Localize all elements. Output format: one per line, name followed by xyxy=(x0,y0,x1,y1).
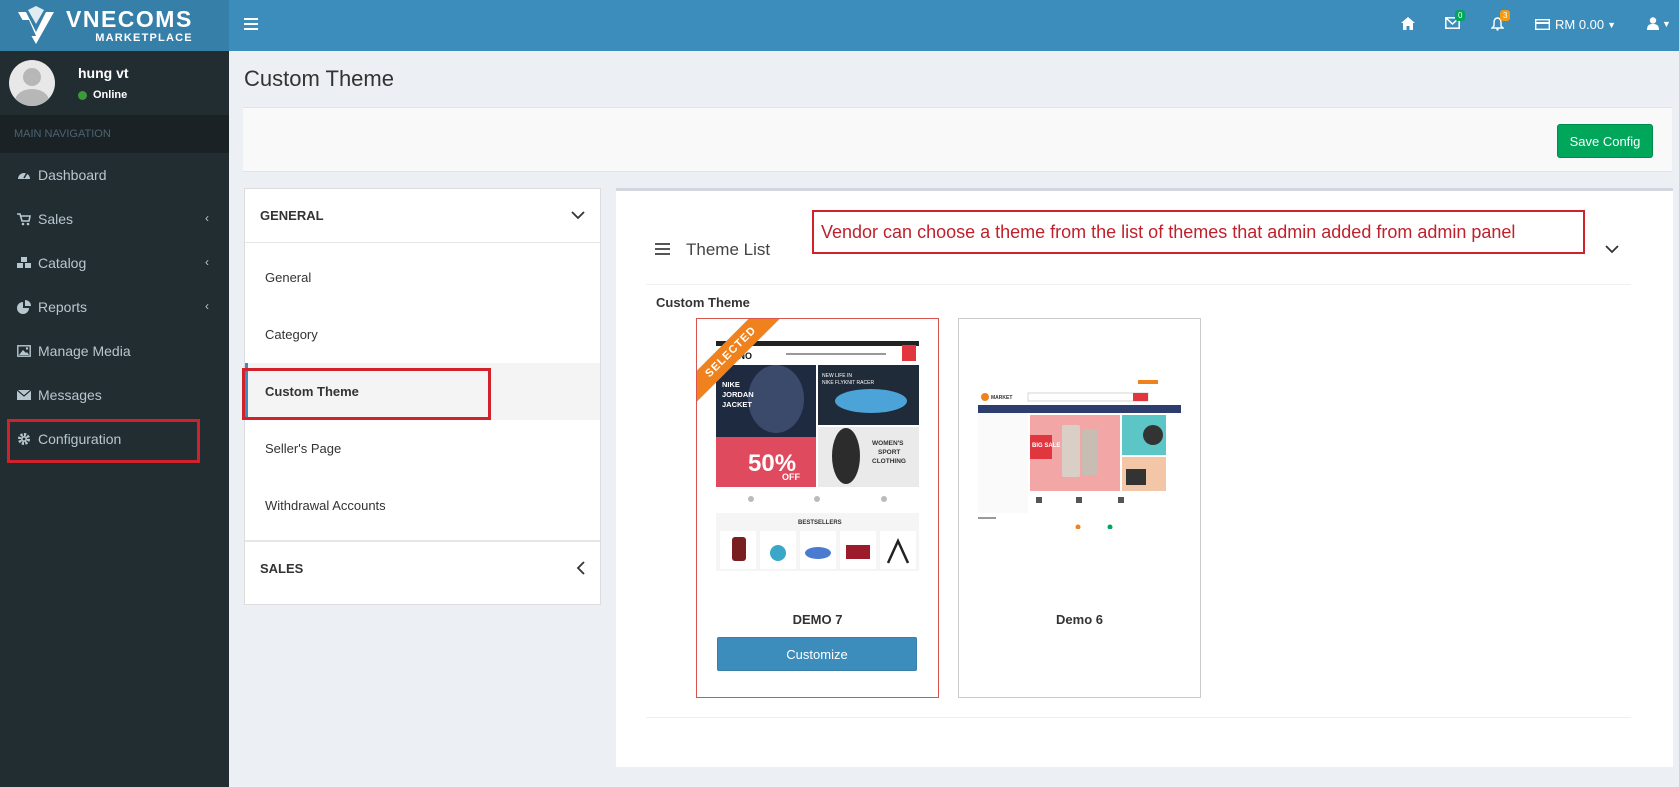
svg-text:MARKET: MARKET xyxy=(991,395,1012,401)
caret-down-icon: ▼ xyxy=(1662,18,1671,29)
chevron-down-icon xyxy=(1605,245,1619,254)
brand-tagline: MARKETPLACE xyxy=(95,31,193,44)
svg-text:BESTSELLERS: BESTSELLERS xyxy=(798,520,842,526)
svg-text:OFF: OFF xyxy=(782,472,800,482)
envelope-icon xyxy=(17,388,31,402)
theme-name: DEMO 7 xyxy=(792,612,843,627)
notifications-count-badge: 3 xyxy=(1500,10,1511,21)
svg-text:JACKET: JACKET xyxy=(722,400,752,409)
annotation-callout: Vendor can choose a theme from the list … xyxy=(812,210,1585,254)
svg-text:NEW LIFE IN: NEW LIFE IN xyxy=(822,373,852,379)
home-icon[interactable] xyxy=(1401,17,1415,30)
chevron-left-icon: ‹ xyxy=(205,211,209,225)
user-icon xyxy=(1647,17,1659,30)
configuration-highlight-box xyxy=(7,419,200,463)
custom-theme-highlight-box xyxy=(242,368,491,420)
chevron-down-icon xyxy=(571,211,585,220)
sidebar-item-label: Manage Media xyxy=(38,343,131,359)
online-dot-icon xyxy=(78,90,87,100)
sidebar-item-reports[interactable]: Reports ‹ xyxy=(0,285,229,329)
config-item-withdrawal-accounts[interactable]: Withdrawal Accounts xyxy=(245,477,600,534)
sidebar-item-label: Reports xyxy=(38,299,88,315)
user-name: hung vt xyxy=(78,65,129,81)
chevron-left-icon: ‹ xyxy=(205,299,209,313)
user-panel: hung vt Online xyxy=(0,51,229,115)
customize-button[interactable]: Customize xyxy=(717,637,917,671)
svg-text:NIKE: NIKE xyxy=(722,380,740,389)
cubes-icon xyxy=(17,256,31,270)
svg-text:WOMEN'S: WOMEN'S xyxy=(872,440,904,447)
divider xyxy=(646,717,1631,718)
image-icon xyxy=(17,344,31,358)
svg-text:BIG SALE: BIG SALE xyxy=(1032,443,1060,449)
save-config-button[interactable]: Save Config xyxy=(1557,124,1653,158)
theme-list-title: Theme List xyxy=(686,240,771,259)
custom-theme-label: Custom Theme xyxy=(656,295,750,310)
messages-button[interactable]: 0 xyxy=(1445,10,1466,29)
theme-list-panel: Theme List Vendor can choose a theme fro… xyxy=(616,188,1673,767)
balance-amount: RM 0.00 xyxy=(1555,17,1605,32)
logo-mark-icon xyxy=(18,5,54,44)
chevron-left-icon: ‹ xyxy=(205,255,209,269)
notifications-button[interactable]: 3 xyxy=(1491,10,1511,31)
sidebar-item-messages[interactable]: Messages xyxy=(0,373,229,417)
sidebar-item-catalog[interactable]: Catalog ‹ xyxy=(0,241,229,285)
sidebar: VNECOMS MARKETPLACE hung vt Online MAIN … xyxy=(0,0,229,787)
top-navbar: 0 3 RM 0.00 ▼ ▼ xyxy=(229,0,1679,51)
config-item-sellers-page[interactable]: Seller's Page xyxy=(245,420,600,477)
sidebar-item-sales[interactable]: Sales ‹ xyxy=(0,197,229,241)
svg-text:NIKE FLYKNIT RACER: NIKE FLYKNIT RACER xyxy=(822,380,874,386)
theme-card-demo7[interactable]: INO NIKE JORDAN JACKET 50% OFF NEW LIFE … xyxy=(696,318,939,698)
dashboard-icon xyxy=(17,168,31,182)
brand-name: VNECOMS xyxy=(66,5,193,32)
theme-card-demo6[interactable]: MARKET BIG SALE Demo 6 xyxy=(958,318,1201,698)
svg-text:JORDAN: JORDAN xyxy=(722,390,754,399)
config-item-general[interactable]: General xyxy=(245,249,600,306)
caret-down-icon: ▼ xyxy=(1607,19,1617,30)
balance-dropdown[interactable]: RM 0.00 ▼ xyxy=(1535,17,1616,32)
demo6-preview-image: MARKET BIG SALE xyxy=(978,377,1181,529)
sidebar-item-dashboard[interactable]: Dashboard xyxy=(0,153,229,197)
avatar xyxy=(9,60,55,106)
toolbar-box: Save Config xyxy=(243,107,1672,172)
sidebar-item-label: Sales xyxy=(38,211,74,227)
messages-count-badge: 0 xyxy=(1455,10,1466,21)
svg-text:SPORT: SPORT xyxy=(878,449,900,456)
sales-section-header[interactable]: SALES xyxy=(245,540,600,594)
general-section-header[interactable]: GENERAL xyxy=(245,189,600,243)
menu-toggle-icon[interactable] xyxy=(244,18,258,30)
brand-logo[interactable]: VNECOMS MARKETPLACE xyxy=(0,0,229,51)
sidebar-item-label: Messages xyxy=(38,387,102,403)
demo7-preview-image: INO NIKE JORDAN JACKET 50% OFF NEW LIFE … xyxy=(716,341,919,571)
sidebar-item-label: Catalog xyxy=(38,255,87,271)
cart-icon xyxy=(17,212,31,226)
sidebar-item-label: Dashboard xyxy=(38,167,107,183)
credit-card-icon xyxy=(1535,19,1550,30)
nav-header: MAIN NAVIGATION xyxy=(0,115,229,153)
pie-chart-icon xyxy=(17,300,31,314)
svg-text:CLOTHING: CLOTHING xyxy=(872,458,906,465)
page-title: Custom Theme xyxy=(244,66,394,91)
user-status: Online xyxy=(78,89,129,101)
list-icon xyxy=(655,243,670,256)
chevron-left-icon xyxy=(576,561,585,575)
user-menu-dropdown[interactable]: ▼ xyxy=(1647,17,1671,30)
sidebar-item-manage-media[interactable]: Manage Media xyxy=(0,329,229,373)
config-item-category[interactable]: Category xyxy=(245,306,600,363)
theme-name: Demo 6 xyxy=(1056,612,1103,627)
